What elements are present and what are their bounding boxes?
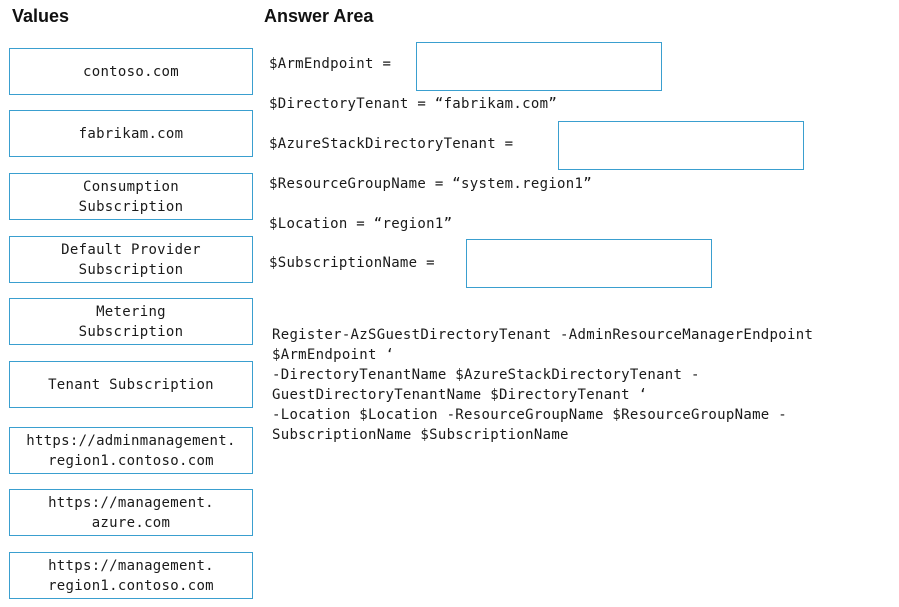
value-tile-management-region1-url[interactable]: https://management. region1.contoso.com [9,552,253,599]
directory-tenant-line: $DirectoryTenant = “fabrikam.com” [269,96,558,112]
value-tile-adminmanagement-url[interactable]: https://adminmanagement. region1.contoso… [9,427,253,474]
answer-area-heading: Answer Area [264,6,374,26]
arm-endpoint-label: $ArmEndpoint = [269,56,392,72]
code-line: $ArmEndpoint ‘ [272,347,395,363]
value-tile-metering-subscription[interactable]: Metering Subscription [9,298,253,345]
register-command-code: Register-AzSGuestDirectoryTenant -AdminR… [272,325,813,445]
values-heading: Values [12,6,70,26]
code-line: -Location $Location -ResourceGroupName $… [272,407,787,423]
value-tile-default-provider-subscription[interactable]: Default Provider Subscription [9,236,253,283]
value-tile-tenant-subscription[interactable]: Tenant Subscription [9,361,253,408]
resource-group-name-line: $ResourceGroupName = “system.region1” [269,176,592,192]
code-line: SubscriptionName $SubscriptionName [272,427,569,443]
value-tile-contoso[interactable]: contoso.com [9,48,253,95]
value-tile-fabrikam[interactable]: fabrikam.com [9,110,253,157]
arm-endpoint-drop-target[interactable] [416,42,662,91]
value-tile-consumption-subscription[interactable]: Consumption Subscription [9,173,253,220]
subscription-name-label: $SubscriptionName = [269,255,435,271]
code-line: GuestDirectoryTenantName $DirectoryTenan… [272,387,648,403]
azure-stack-directory-tenant-label: $AzureStackDirectoryTenant = [269,136,514,152]
location-line: $Location = “region1” [269,216,453,232]
azure-stack-directory-tenant-drop-target[interactable] [558,121,804,170]
code-line: Register-AzSGuestDirectoryTenant -AdminR… [272,327,814,343]
subscription-name-drop-target[interactable] [466,239,712,288]
value-tile-management-azure-url[interactable]: https://management. azure.com [9,489,253,536]
code-line: -DirectoryTenantName $AzureStackDirector… [272,367,700,383]
